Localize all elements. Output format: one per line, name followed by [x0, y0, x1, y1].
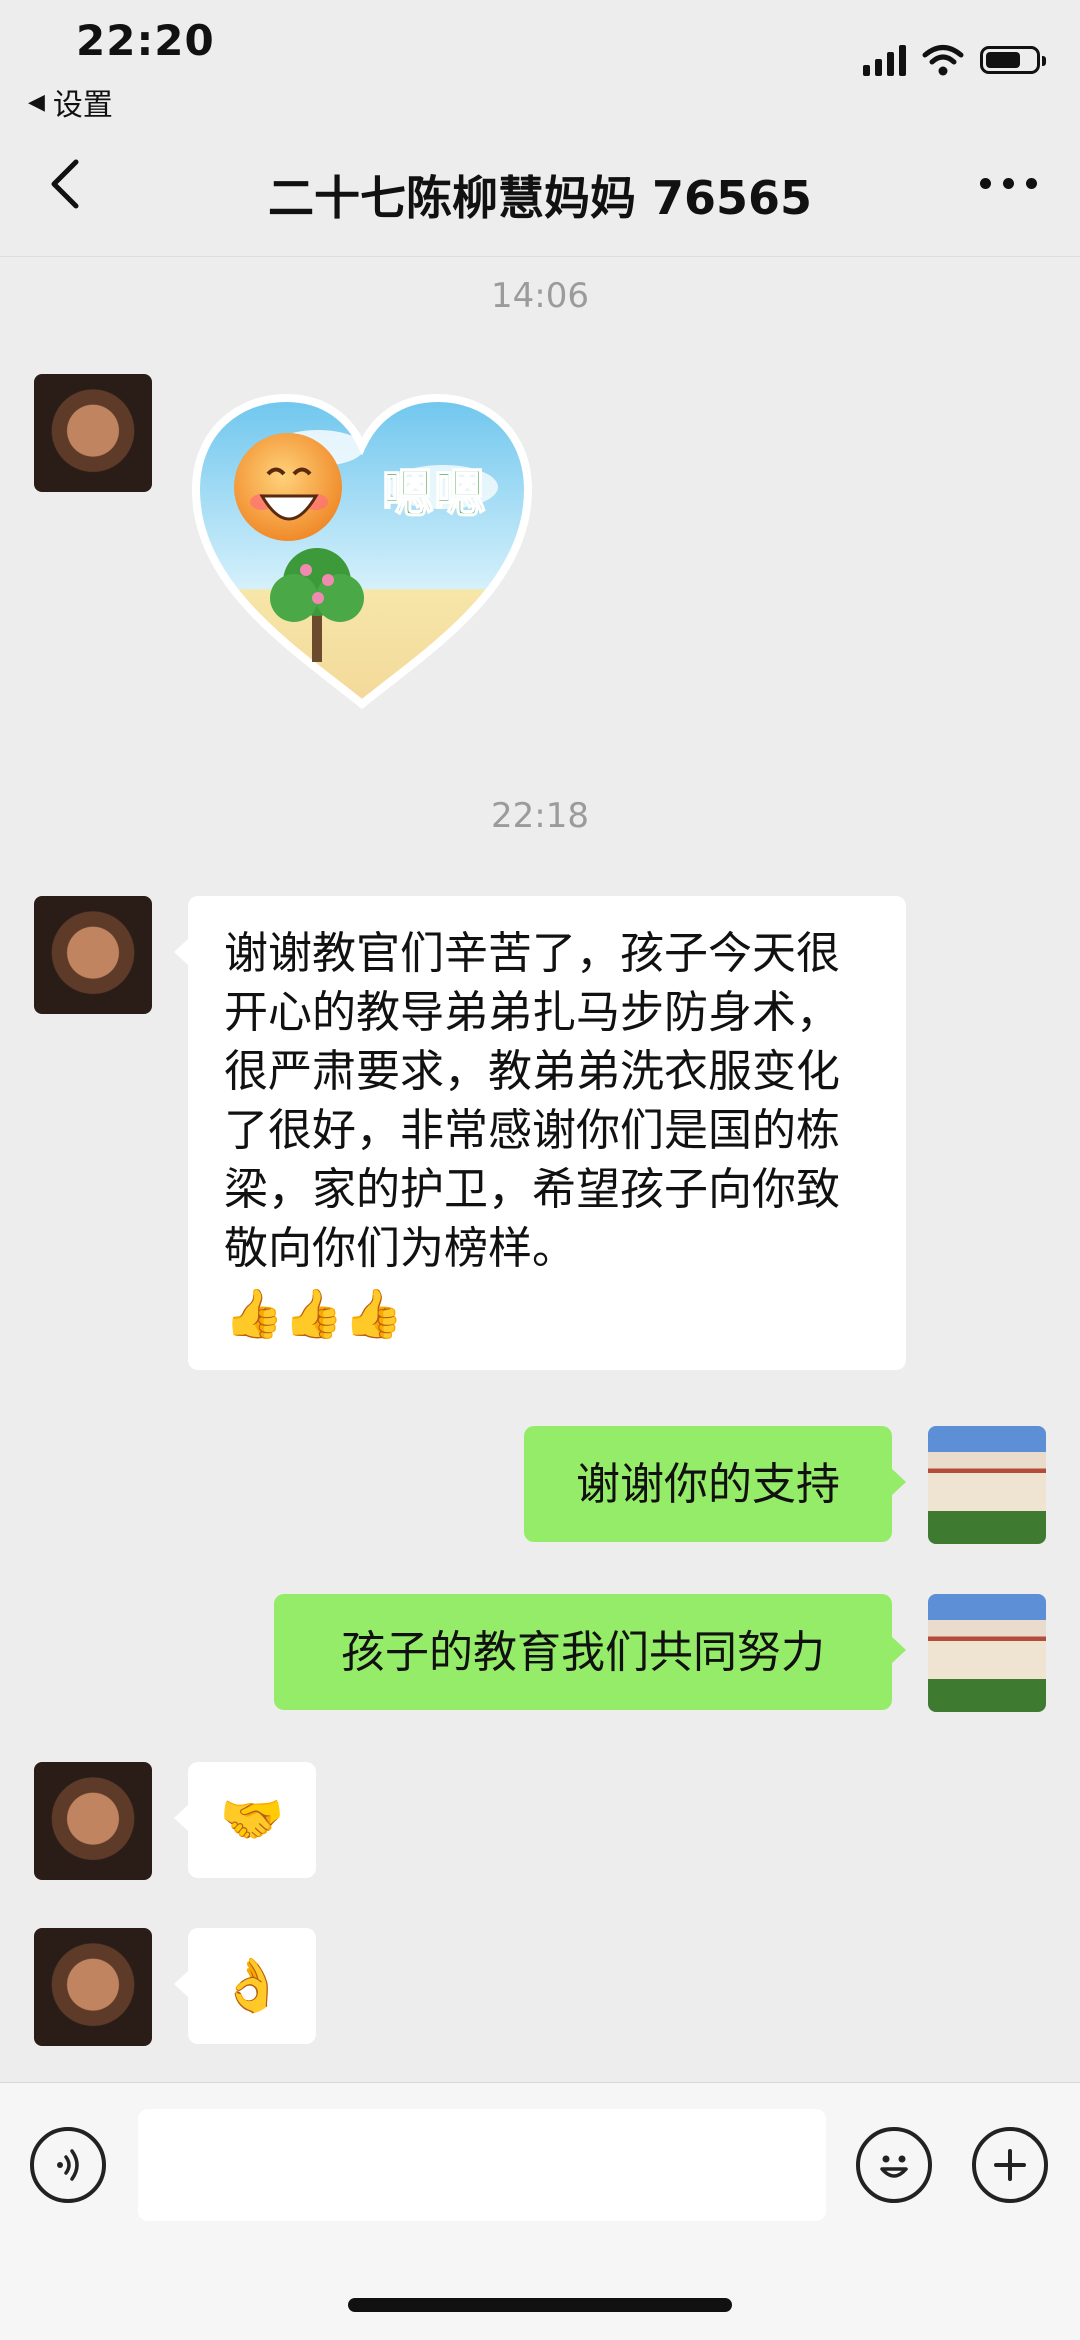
contact-avatar[interactable] — [34, 374, 152, 492]
wifi-icon — [922, 45, 964, 76]
sent-message-bubble[interactable]: 孩子的教育我们共同努力 — [274, 1594, 906, 1710]
message-timestamp: 14:06 — [491, 276, 589, 316]
chat-title: 二十七陈柳慧妈妈 76565 — [267, 171, 813, 225]
message-timestamp: 22:18 — [491, 796, 589, 836]
contact-avatar[interactable] — [34, 1762, 152, 1880]
status-time: 22:20 — [76, 16, 215, 65]
sent-message-bubble[interactable]: 谢谢你的支持 — [524, 1426, 906, 1542]
signal-icon — [863, 44, 906, 76]
hand-gesture-emoji: 👌 — [219, 1955, 285, 2016]
contact-avatar[interactable] — [34, 896, 152, 1014]
heart-sticker[interactable]: 嗯嗯 — [188, 392, 536, 710]
own-avatar[interactable] — [928, 1426, 1046, 1544]
status-bar: 22:20 ◀ 设置 — [0, 0, 1080, 123]
more-functions-button[interactable] — [972, 2127, 1048, 2203]
contact-avatar[interactable] — [34, 1928, 152, 2046]
emoji-button[interactable] — [856, 2127, 932, 2203]
received-message-bubble[interactable]: 🤝 — [174, 1762, 316, 1878]
home-indicator[interactable] — [348, 2298, 732, 2312]
battery-level — [986, 52, 1020, 68]
voice-icon — [57, 2149, 79, 2181]
sticker-text: 嗯嗯 — [382, 465, 486, 525]
handshake-emoji: 🤝 — [219, 1789, 285, 1850]
message-input[interactable] — [138, 2109, 826, 2221]
more-options-icon[interactable] — [980, 168, 1040, 198]
plus-icon — [994, 2149, 1026, 2181]
received-message-bubble[interactable]: 谢谢教官们辛苦了，孩子今天很开心的教导弟弟扎马步防身术，很严肃要求，教弟弟洗衣服… — [174, 896, 906, 1370]
message-text: 谢谢教官们辛苦了，孩子今天很开心的教导弟弟扎马步防身术，很严肃要求，教弟弟洗衣服… — [224, 928, 840, 1274]
thumbs-up-emojis: 👍👍👍 — [224, 1286, 404, 1342]
voice-input-button[interactable] — [30, 2127, 106, 2203]
received-message-bubble[interactable]: 👌 — [174, 1928, 316, 2044]
own-avatar[interactable] — [928, 1594, 1046, 1712]
status-icons — [863, 44, 1046, 76]
message-text: 谢谢你的支持 — [576, 1458, 840, 1510]
chat-header: 二十七陈柳慧妈妈 76565 — [0, 110, 1080, 257]
message-text: 孩子的教育我们共同努力 — [341, 1626, 825, 1678]
smiley-icon — [880, 2155, 908, 2178]
battery-icon — [980, 46, 1046, 74]
